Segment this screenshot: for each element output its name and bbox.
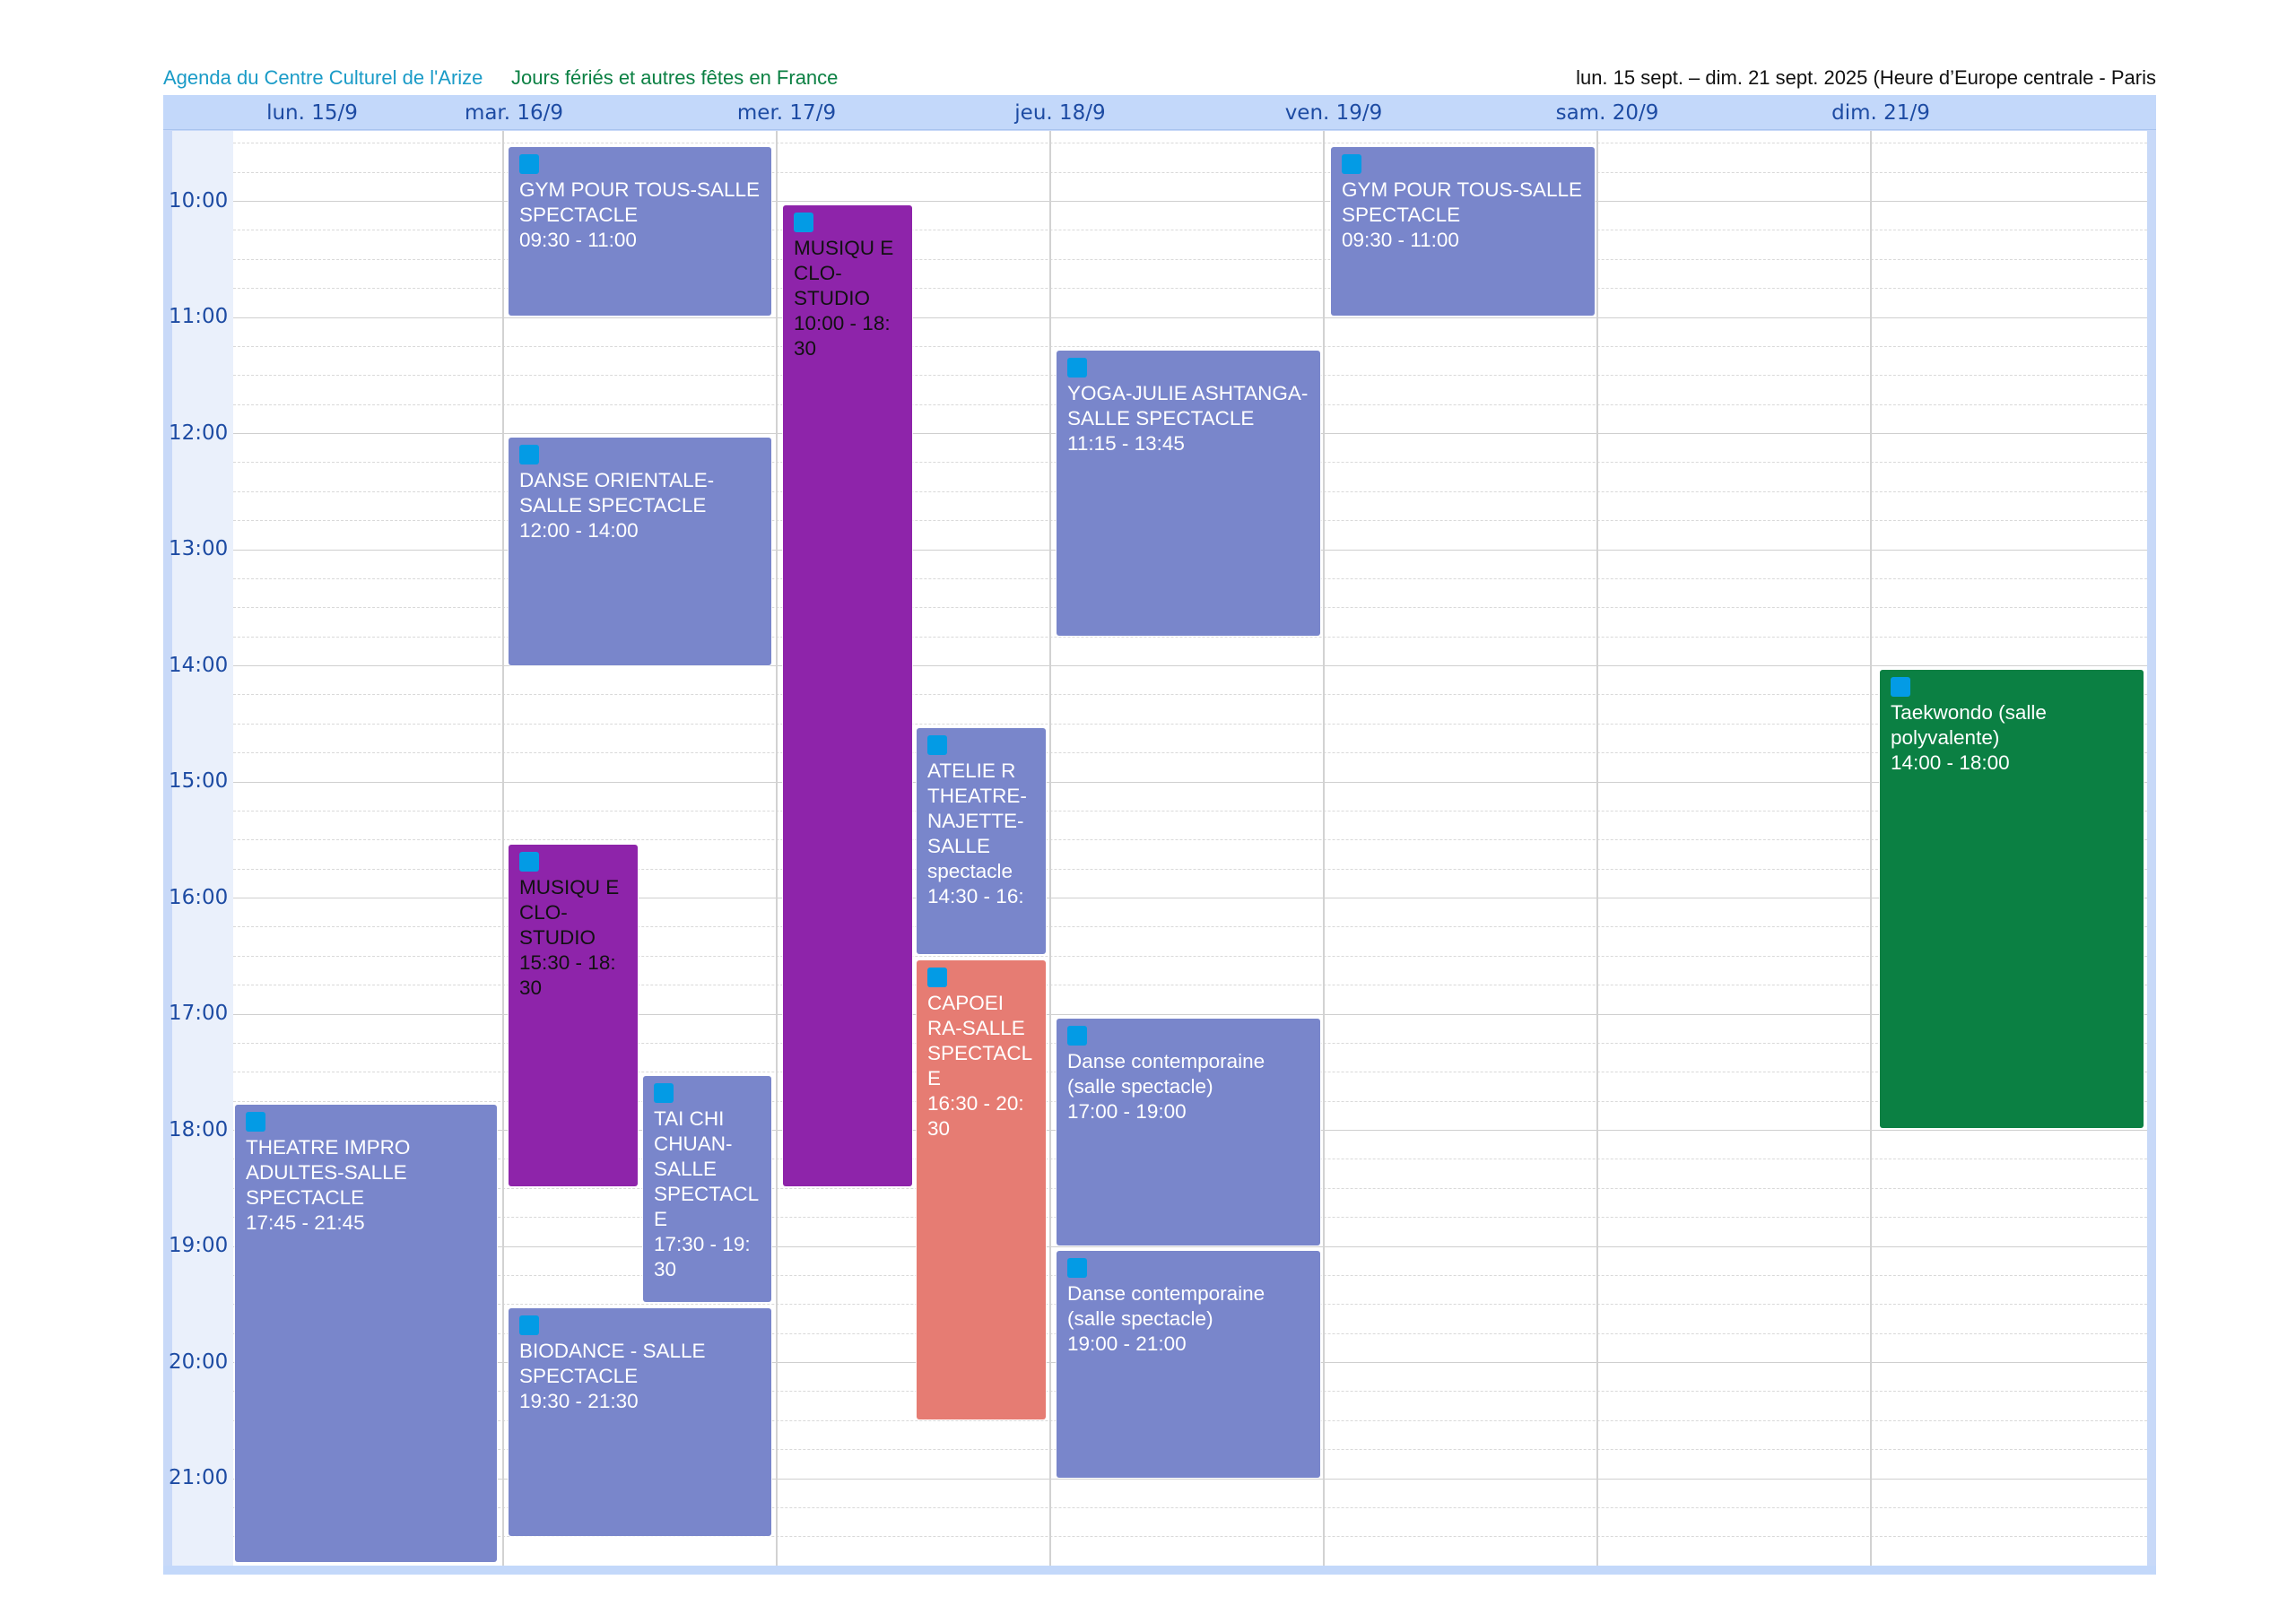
event-title: MUSIQU E CLO-STUDIO	[794, 237, 894, 309]
calendar-color-icon	[654, 1083, 674, 1103]
day-header-thu: jeu. 18/9	[1014, 101, 1106, 125]
event-time: 14:00 - 18:00	[1891, 751, 2010, 774]
calendar-name-jours-feries: Jours fériés et autres fêtes en France	[511, 66, 839, 89]
event-card[interactable]: YOGA-JULIE ASHTANGA-SALLE SPECTACLE 11:1…	[1057, 351, 1320, 636]
calendar-color-icon	[519, 1315, 539, 1335]
event-time: 19:30 - 21:30	[519, 1390, 639, 1412]
calendar-color-icon	[1891, 677, 1910, 697]
calendar-color-icon	[1342, 154, 1361, 174]
hour-label: 15:00	[169, 769, 229, 793]
day-header-sat: sam. 20/9	[1555, 101, 1659, 125]
event-title: GYM POUR TOUS-SALLE SPECTACLE	[519, 178, 760, 226]
calendar-color-icon	[927, 968, 947, 987]
calendar-color-icon	[519, 852, 539, 872]
event-card[interactable]: Taekwondo (salle polyvalente) 14:00 - 18…	[1880, 670, 2144, 1128]
event-time: 15:30 - 18: 30	[519, 951, 616, 999]
quarter-gridline	[233, 752, 2147, 754]
quarter-gridline	[233, 839, 2147, 841]
day-separator	[1870, 131, 1872, 1566]
event-title: BIODANCE - SALLE SPECTACLE	[519, 1340, 706, 1387]
calendar-bottom-bar	[163, 1566, 2156, 1575]
event-title: Danse contemporaine (salle spectacle)	[1067, 1282, 1265, 1330]
event-card[interactable]: GYM POUR TOUS-SALLE SPECTACLE 09:30 - 11…	[1331, 147, 1595, 316]
day-separator	[502, 131, 504, 1566]
calendar-name-centre-culturel: Agenda du Centre Culturel de l'Arize	[163, 66, 483, 89]
hour-label: 20:00	[169, 1350, 229, 1374]
hour-label: 18:00	[169, 1118, 229, 1141]
day-separator	[1596, 131, 1598, 1566]
event-time: 09:30 - 11:00	[519, 229, 637, 251]
hour-label: 16:00	[169, 886, 229, 909]
event-card[interactable]: DANSE ORIENTALE-SALLE SPECTACLE 12:00 - …	[509, 438, 771, 665]
event-title: DANSE ORIENTALE-SALLE SPECTACLE	[519, 469, 715, 516]
calendar-color-icon	[794, 213, 813, 232]
day-separator	[776, 131, 778, 1566]
hour-label: 10:00	[169, 189, 229, 213]
day-separator	[1323, 131, 1325, 1566]
calendar-color-icon	[1067, 1258, 1087, 1278]
day-header-row: lun. 15/9 mar. 16/9 mer. 17/9 jeu. 18/9 …	[163, 95, 2156, 130]
event-title: MUSIQU E CLO-STUDIO	[519, 876, 620, 949]
event-title: THEATRE IMPRO ADULTES-SALLE SPECTACLE	[246, 1136, 411, 1209]
quarter-gridline	[233, 723, 2147, 725]
event-card[interactable]: MUSIQU E CLO-STUDIO 15:30 - 18: 30	[509, 845, 638, 1186]
day-header-mon: lun. 15/9	[266, 101, 358, 125]
hour-label: 14:00	[169, 654, 229, 677]
quarter-gridline	[233, 1536, 2147, 1538]
event-time: 14:30 - 16:	[927, 885, 1024, 907]
event-time: 12:00 - 14:00	[519, 519, 639, 542]
hour-label: 17:00	[169, 1002, 229, 1025]
event-card[interactable]: CAPOEI RA-SALLE SPECTACL E 16:30 - 20: 3…	[917, 960, 1046, 1419]
event-card[interactable]: ATELIE R THEATRE-NAJETTE-SALLE spectacle…	[917, 728, 1046, 954]
event-time: 16:30 - 20: 30	[927, 1092, 1024, 1140]
hour-gridline	[233, 665, 2147, 666]
hour-label: 19:00	[169, 1234, 229, 1257]
calendar-color-icon	[519, 445, 539, 464]
event-title: GYM POUR TOUS-SALLE SPECTACLE	[1342, 178, 1582, 226]
hour-gridline	[233, 1245, 2147, 1247]
event-time: 11:15 - 13:45	[1067, 432, 1185, 455]
quarter-gridline	[233, 810, 2147, 812]
event-time: 10:00 - 18: 30	[794, 312, 891, 360]
hour-label: 21:00	[169, 1466, 229, 1489]
event-title: Taekwondo (salle polyvalente)	[1891, 701, 2047, 749]
day-separator	[1049, 131, 1051, 1566]
quarter-gridline	[233, 345, 2147, 347]
hour-gridline	[233, 781, 2147, 783]
event-time: 19:00 - 21:00	[1067, 1332, 1187, 1355]
event-title: TAI CHI CHUAN-SALLE SPECTACL E	[654, 1107, 759, 1230]
event-time: 09:30 - 11:00	[1342, 229, 1459, 251]
calendar-color-icon	[246, 1112, 265, 1132]
hour-label: 12:00	[169, 421, 229, 445]
calendar-color-icon	[519, 154, 539, 174]
hour-label: 13:00	[169, 537, 229, 560]
event-time: 17:30 - 19: 30	[654, 1233, 751, 1280]
event-time: 17:00 - 19:00	[1067, 1100, 1187, 1123]
event-card[interactable]: Danse contemporaine (salle spectacle) 19…	[1057, 1251, 1320, 1478]
event-title: ATELIE R THEATRE-NAJETTE-SALLE spectacle	[927, 759, 1027, 882]
event-title: Danse contemporaine (salle spectacle)	[1067, 1050, 1265, 1098]
day-header-sun: dim. 21/9	[1831, 101, 1930, 125]
hour-label: 11:00	[169, 305, 229, 328]
event-card[interactable]: Danse contemporaine (salle spectacle) 17…	[1057, 1019, 1320, 1245]
event-card[interactable]: MUSIQU E CLO-STUDIO 10:00 - 18: 30	[783, 205, 912, 1186]
event-title: CAPOEI RA-SALLE SPECTACL E	[927, 992, 1032, 1089]
date-range-label: lun. 15 sept. – dim. 21 sept. 2025 (Heur…	[1576, 66, 2156, 89]
hour-gridline	[233, 317, 2147, 318]
day-header-tue: mar. 16/9	[464, 101, 564, 125]
calendar-color-icon	[927, 735, 947, 755]
event-title: YOGA-JULIE ASHTANGA-SALLE SPECTACLE	[1067, 382, 1309, 430]
event-card[interactable]: BIODANCE - SALLE SPECTACLE 19:30 - 21:30	[509, 1308, 771, 1536]
event-card[interactable]: THEATRE IMPRO ADULTES-SALLE SPECTACLE 17…	[235, 1105, 497, 1562]
calendar-color-icon	[1067, 358, 1087, 378]
day-header-fri: ven. 19/9	[1284, 101, 1383, 125]
event-card[interactable]: GYM POUR TOUS-SALLE SPECTACLE 09:30 - 11…	[509, 147, 771, 316]
event-time: 17:45 - 21:45	[246, 1211, 365, 1234]
quarter-gridline	[233, 694, 2147, 696]
event-card[interactable]: TAI CHI CHUAN-SALLE SPECTACL E 17:30 - 1…	[643, 1076, 771, 1302]
calendar-color-icon	[1067, 1026, 1087, 1046]
day-header-wed: mer. 17/9	[736, 101, 837, 125]
